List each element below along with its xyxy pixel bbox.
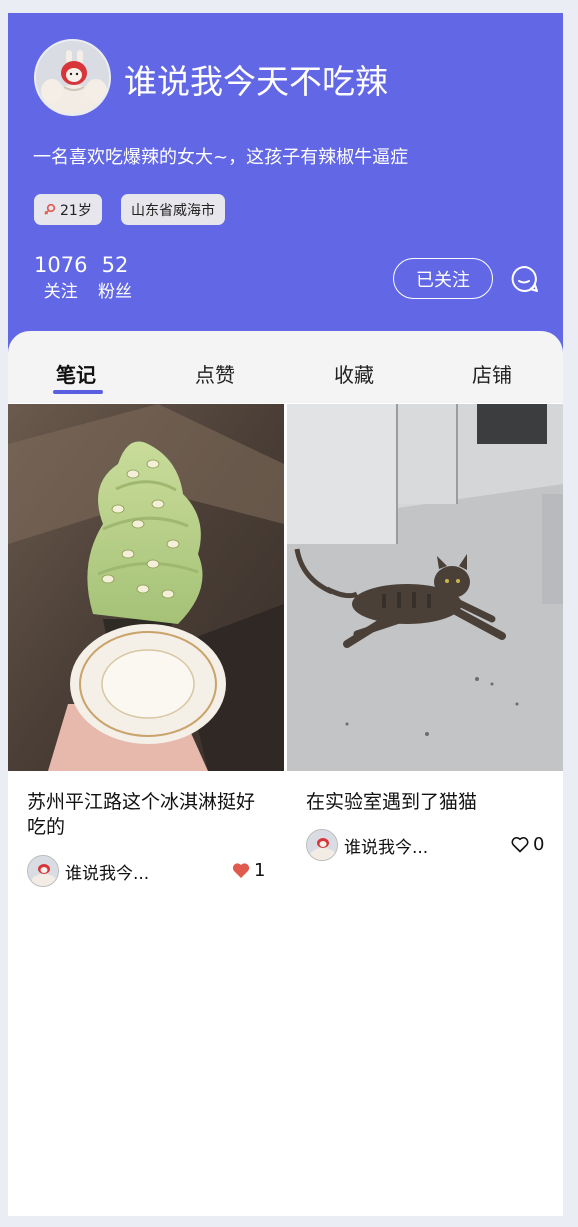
following-label: 关注 [43,282,78,302]
age-tag: 21岁 [34,194,102,225]
location-label: 山东省威海市 [131,202,215,219]
profile-bio: 一名喜欢吃爆辣的女大~，这孩子有辣椒牛逼症 [33,147,409,168]
profile-avatar[interactable] [34,39,111,116]
muscle-bunny-avatar-icon [36,41,109,114]
note-card[interactable]: 在实验室遇到了猫猫 谁说我今... 0 [287,404,563,861]
age-label: 21岁 [60,202,92,219]
like-count: 0 [533,834,545,855]
tab-notes[interactable]: 笔记 [56,359,96,388]
like-counter[interactable]: 0 [511,834,544,855]
profile-header: 谁说我今天不吃辣 一名喜欢吃爆辣的女大~，这孩子有辣椒牛逼症 21岁 山东省威海… [8,13,563,353]
active-tab-indicator [53,390,103,394]
followed-button[interactable]: 已关注 [393,258,493,299]
author-name: 谁说我今... [344,837,429,858]
tab-shop[interactable]: 店铺 [472,359,512,388]
note-title: 在实验室遇到了猫猫 [306,791,478,813]
note-title: 苏州平江路这个冰淇淋挺好吃的 [27,791,256,838]
author-avatar [27,855,59,887]
author-name: 谁说我今... [65,863,150,884]
profile-nickname: 谁说我今天不吃辣 [124,62,388,101]
chat-bubble-icon[interactable] [509,264,539,294]
tab-favorites[interactable]: 收藏 [334,359,374,388]
fans-count: 52 [101,253,129,277]
author-avatar [306,829,338,861]
female-symbol-icon [44,203,56,217]
location-tag: 山东省威海市 [121,194,225,225]
tabby-cat-on-floor-photo [287,404,563,771]
content-tabs: 笔记 点赞 收藏 店铺 [8,331,563,403]
following-count: 1076 [34,253,88,277]
tab-likes[interactable]: 点赞 [195,359,235,388]
following-stat[interactable]: 1076 关注 [34,253,87,307]
like-count: 1 [254,860,266,881]
profile-screen: 谁说我今天不吃辣 一名喜欢吃爆辣的女大~，这孩子有辣椒牛逼症 21岁 山东省威海… [8,13,563,1216]
note-author[interactable]: 谁说我今... [27,855,149,887]
heart-filled-icon [232,863,250,878]
matcha-ice-cream-cone-photo [8,404,284,771]
heart-outline-icon [511,836,529,853]
fans-label: 粉丝 [98,282,132,302]
note-author[interactable]: 谁说我今... [306,829,428,861]
fans-stat[interactable]: 52 粉丝 [98,253,132,307]
like-counter[interactable]: 1 [232,860,265,881]
note-card[interactable]: 苏州平江路这个冰淇淋挺好吃的 谁说我今... 1 [8,404,284,887]
